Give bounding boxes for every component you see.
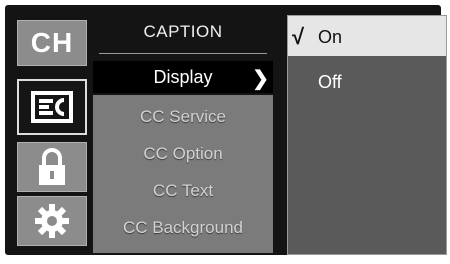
option-off[interactable]: Off [318,72,342,93]
caption-tab[interactable] [17,79,87,135]
channel-tab[interactable]: CH [17,20,87,66]
menu-divider [99,53,267,54]
menu-item-cc-background[interactable]: CC Background [93,212,273,244]
option-panel: √ On Off [287,15,447,255]
setup-tab[interactable] [17,196,87,246]
menu-item-cc-text[interactable]: CC Text [93,175,273,207]
menu-item-label: Display [153,66,213,87]
menu-item-cc-service[interactable]: CC Service [93,101,273,133]
tv-osd-menu: CH CAPTION Display ❯ CC Service CC Optio… [5,5,447,255]
option-on[interactable]: √ On [288,16,446,56]
menu-item-display[interactable]: Display ❯ [93,61,273,93]
menu-item-label: CC Background [122,218,243,237]
option-label: Off [318,72,342,92]
gear-icon [35,204,69,238]
menu-item-label: CC Text [152,181,214,200]
menu-item-label: CC Option [143,144,223,163]
menu-title: CAPTION [143,22,223,41]
lock-icon [39,148,65,185]
chevron-right-icon: ❯ [252,68,269,90]
closed-caption-icon [31,91,73,123]
lock-tab[interactable] [17,142,87,192]
channel-icon: CH [30,27,74,58]
menu-item-cc-option[interactable]: CC Option [93,138,273,170]
menu-list: CC Service CC Option CC Text CC Backgrou… [93,95,273,253]
option-label: On [318,27,343,47]
checkmark-icon: √ [292,24,305,49]
menu-item-label: CC Service [140,107,226,126]
